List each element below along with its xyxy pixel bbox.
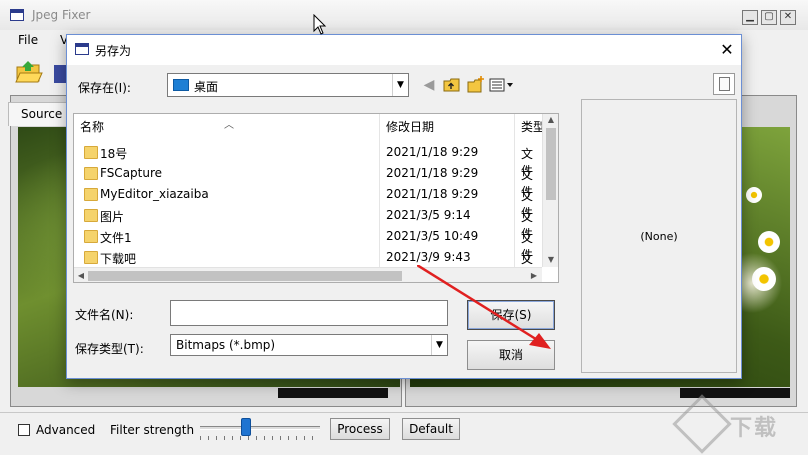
- desktop-icon: [173, 79, 189, 91]
- close-icon[interactable]: ✕: [780, 10, 796, 25]
- filetype-dropdown[interactable]: Bitmaps (*.bmp) ▼: [170, 334, 448, 356]
- list-item[interactable]: 图片 2021/3/5 9:14 文件: [74, 205, 544, 241]
- file-date: 2021/3/5 10:49: [386, 229, 479, 243]
- menu-file[interactable]: File: [18, 33, 38, 47]
- back-arrow-icon[interactable]: ◀: [421, 76, 437, 94]
- dialog-app-icon: [75, 43, 89, 55]
- minimize-icon[interactable]: ▁: [742, 10, 758, 25]
- dialog-title: 另存为: [95, 44, 132, 58]
- filter-strength-label: Filter strength: [110, 423, 195, 437]
- save-in-dropdown[interactable]: 桌面 ▼: [167, 73, 409, 97]
- file-name: MyEditor_xiazaiba: [100, 187, 209, 201]
- flower-image: [752, 267, 776, 291]
- file-list: 名称 ︿ 修改日期 类型 18号 2021/1/18 9:29 文件 FSCap…: [73, 113, 559, 283]
- app-title: Jpeg Fixer: [32, 8, 91, 22]
- preview-text: (None): [640, 230, 678, 243]
- list-item[interactable]: 18号 2021/1/18 9:29 文件: [74, 142, 544, 178]
- advanced-checkbox[interactable]: [18, 424, 30, 436]
- watermark-text: 下载: [730, 416, 779, 441]
- tab-source[interactable]: Source: [8, 102, 70, 126]
- up-folder-icon[interactable]: [443, 76, 461, 94]
- folder-icon: [84, 230, 98, 243]
- file-date: 2021/3/9 9:43: [386, 250, 471, 264]
- sort-up-icon: ︿: [224, 120, 234, 131]
- flower-image: [758, 231, 780, 253]
- advanced-label: Advanced: [36, 423, 96, 437]
- source-hscroll[interactable]: [278, 388, 388, 398]
- file-date: 2021/1/18 9:29: [386, 166, 479, 180]
- filename-input[interactable]: [170, 300, 448, 326]
- folder-icon: [84, 167, 98, 180]
- preview-pane: (None): [581, 99, 737, 373]
- annotation-arrow-icon: [417, 265, 551, 349]
- file-name: 18号: [100, 147, 128, 161]
- maximize-icon[interactable]: ▢: [761, 10, 777, 25]
- folder-icon: [84, 188, 98, 201]
- dialog-titlebar: 另存为 ✕: [67, 35, 741, 65]
- folder-icon: [84, 209, 98, 222]
- save-in-value: 桌面: [194, 80, 219, 94]
- filetype-label: 保存类型(T):: [75, 342, 144, 356]
- mouse-cursor-icon: [313, 14, 327, 35]
- list-item[interactable]: MyEditor_xiazaiba 2021/1/18 9:29 文件: [74, 184, 544, 220]
- default-button[interactable]: Default: [402, 418, 460, 440]
- column-name-label: 名称: [80, 120, 105, 134]
- filter-strength-slider[interactable]: [200, 426, 320, 430]
- preview-toggle-icon[interactable]: [713, 73, 735, 95]
- file-name: 文件1: [100, 231, 132, 245]
- file-date: 2021/1/18 9:29: [386, 187, 479, 201]
- file-name: 图片: [100, 210, 125, 224]
- watermark-logo: 下载: [672, 394, 804, 454]
- chevron-left-icon[interactable]: ◀: [75, 270, 87, 282]
- file-name: FSCapture: [100, 166, 163, 180]
- column-header-date[interactable]: 修改日期: [380, 118, 514, 138]
- chevron-down-icon[interactable]: ▼: [392, 74, 408, 96]
- list-item[interactable]: FSCapture 2021/1/18 9:29 文件: [74, 163, 544, 199]
- app-titlebar: Jpeg Fixer ▁ ▢ ✕: [0, 0, 808, 30]
- close-icon[interactable]: ✕: [717, 40, 737, 60]
- vscroll-thumb[interactable]: [546, 128, 556, 200]
- filename-label: 文件名(N):: [75, 308, 134, 322]
- view-menu-icon[interactable]: [489, 76, 515, 94]
- save-as-dialog: 另存为 ✕ 保存在(I): 桌面 ▼ ◀ 名称 ︿ 修改日期 类型 18号 20…: [66, 34, 742, 379]
- column-header-name[interactable]: 名称 ︿: [74, 118, 379, 138]
- chevron-up-icon[interactable]: ▲: [543, 114, 558, 126]
- save-in-label: 保存在(I):: [78, 81, 131, 95]
- folder-icon: [84, 146, 98, 159]
- filetype-value: Bitmaps (*.bmp): [176, 338, 276, 352]
- folder-icon: [84, 251, 98, 264]
- hscroll-thumb[interactable]: [88, 271, 402, 281]
- list-item[interactable]: 文件1 2021/3/5 10:49 文件: [74, 226, 544, 262]
- file-date: 2021/1/18 9:29: [386, 145, 479, 159]
- process-button[interactable]: Process: [330, 418, 390, 440]
- slider-thumb[interactable]: [241, 418, 251, 436]
- file-date: 2021/3/5 9:14: [386, 208, 471, 222]
- app-icon: [10, 9, 24, 21]
- new-folder-icon[interactable]: [467, 76, 485, 94]
- file-list-vscroll[interactable]: ▲ ▼: [542, 114, 558, 267]
- open-folder-icon[interactable]: [14, 57, 44, 87]
- slider-ticks: [200, 436, 320, 440]
- file-name: 下载吧: [100, 252, 137, 266]
- flower-image: [746, 187, 762, 203]
